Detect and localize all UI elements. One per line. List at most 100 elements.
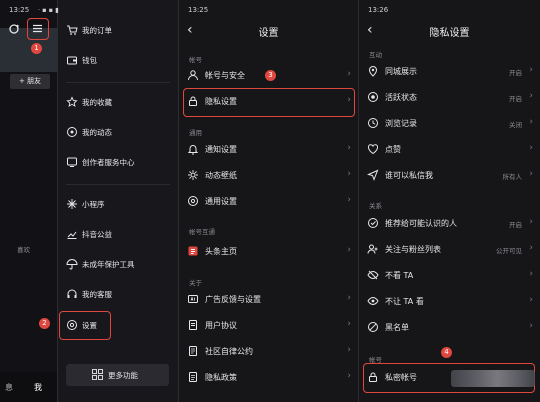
gear-icon [187, 195, 199, 207]
blurred-toggle [451, 370, 535, 387]
chevron-right-icon: › [529, 65, 533, 75]
settings-item-user-agreement[interactable]: 用户协议 › [179, 314, 358, 338]
menu-item-creator[interactable]: 创作者服务中心 [58, 152, 178, 174]
creator-icon [66, 156, 78, 168]
menu-item-label: 我的客服 [82, 290, 112, 299]
chevron-right-icon: › [529, 269, 533, 279]
item-label: 头条主页 [205, 247, 237, 256]
section-title: 关于 [189, 279, 202, 287]
chevron-right-icon: › [347, 169, 351, 179]
nav-messages[interactable]: 息 [5, 382, 13, 393]
status-icons: · ▪ ▪ ▮ [38, 6, 59, 14]
privacy-item-messages[interactable]: 谁可以私信我 所有人 › [359, 164, 540, 188]
bottom-nav: 息 我 [0, 372, 57, 402]
recommend-icon [367, 217, 379, 229]
item-label: 黑名单 [385, 323, 409, 332]
home-panel: 13:25 1 + 朋友 喜欢 息 我 [0, 0, 57, 402]
item-label: 浏览记录 [385, 119, 417, 128]
chevron-right-icon: › [529, 321, 533, 331]
item-label: 隐私政策 [205, 373, 237, 382]
item-value: 开启 [509, 221, 522, 229]
menu-item-label: 钱包 [82, 56, 97, 65]
active-status-icon [367, 91, 379, 103]
privacy-item-follow-list[interactable]: 关注与粉丝列表 公开可见 › [359, 238, 540, 262]
settings-item-community-rules[interactable]: 社区自律公约 › [179, 340, 358, 364]
wallpaper-icon [187, 169, 199, 181]
menu-item-label: 我的收藏 [82, 98, 112, 107]
menu-item-miniapp[interactable]: 小程序 [58, 194, 178, 216]
chevron-right-icon: › [347, 293, 351, 303]
item-label: 谁可以私信我 [385, 171, 433, 180]
nav-me[interactable]: 我 [34, 382, 42, 393]
add-friend-button[interactable]: + 朋友 [10, 74, 50, 89]
privacy-item-active-status[interactable]: 活跃状态 开启 › [359, 86, 540, 110]
people-icon [367, 243, 379, 255]
item-label: 关注与粉丝列表 [385, 245, 441, 254]
section-title: 帐号互通 [189, 228, 215, 236]
menu-item-support[interactable]: 我的客服 [58, 284, 178, 306]
menu-item-label: 我的订单 [82, 26, 112, 35]
chevron-right-icon: › [347, 69, 351, 79]
item-value: 开启 [509, 69, 522, 77]
item-label: 不让 TA 看 [385, 297, 424, 306]
settings-item-privacy-policy[interactable]: 隐私政策 › [179, 366, 358, 390]
wallet-icon [66, 54, 78, 66]
eye-slash-icon [367, 295, 379, 307]
menu-item-orders[interactable]: 我的订单 [58, 20, 178, 42]
ad-icon [187, 293, 199, 305]
chevron-right-icon: › [529, 143, 533, 153]
section-title: 帐号 [189, 56, 202, 64]
rules-icon [187, 345, 199, 357]
step-badge-3: 3 [265, 70, 276, 81]
privacy-item-recommend[interactable]: 推荐给可能认识的人 开启 › [359, 212, 540, 236]
status-bar: 13:25 [179, 6, 358, 16]
refresh-icon[interactable] [8, 23, 20, 35]
privacy-item-hide-from[interactable]: 不让 TA 看 › [359, 290, 540, 314]
location-icon [367, 65, 379, 77]
chevron-right-icon: › [529, 243, 533, 253]
privacy-item-likes[interactable]: 点赞 › [359, 138, 540, 162]
highlight-settings [59, 311, 111, 340]
document-icon [187, 319, 199, 331]
menu-item-label: 抖音公益 [82, 230, 112, 239]
item-value: 开启 [509, 95, 522, 103]
privacy-item-nearby[interactable]: 同城展示 开启 › [359, 60, 540, 84]
settings-item-general[interactable]: 通用设置 › [179, 190, 358, 214]
menu-item-charity[interactable]: 抖音公益 [58, 224, 178, 246]
heart-icon [367, 143, 379, 155]
menu-item-label: 我的动态 [82, 128, 112, 137]
miniapp-icon [66, 198, 78, 210]
settings-item-notifications[interactable]: 通知设置 › [179, 138, 358, 162]
menu-item-wallet[interactable]: 钱包 [58, 50, 178, 72]
privacy-panel: 13:26 ‹ 隐私设置 互动 同城展示 开启 › 活跃状态 开启 › 浏览记录… [359, 0, 540, 402]
menu-item-minor-protection[interactable]: 未成年保护工具 [58, 254, 178, 276]
status-bar: 13:26 [359, 6, 540, 16]
privacy-item-blacklist[interactable]: 黑名单 › [359, 316, 540, 340]
section-title: 关系 [369, 202, 382, 210]
menu-item-label: 未成年保护工具 [82, 260, 135, 269]
item-label: 广告反馈与设置 [205, 295, 261, 304]
chevron-right-icon: › [347, 345, 351, 355]
menu-item-activity[interactable]: 我的动态 [58, 122, 178, 144]
item-label: 推荐给可能认识的人 [385, 219, 457, 228]
block-icon [367, 321, 379, 333]
headset-icon [66, 288, 78, 300]
chevron-right-icon: › [529, 217, 533, 227]
settings-item-toutiao[interactable]: 头条主页 › [179, 240, 358, 264]
more-features-button[interactable]: 更多功能 [66, 364, 169, 386]
status-time: 13:25 [9, 6, 30, 14]
step-badge-1: 1 [31, 43, 42, 54]
settings-item-wallpaper[interactable]: 动态壁纸 › [179, 164, 358, 188]
item-label: 社区自律公约 [205, 347, 253, 356]
menu-item-favorites[interactable]: 我的收藏 [58, 92, 178, 114]
chevron-right-icon: › [529, 169, 533, 179]
chevron-right-icon: › [529, 295, 533, 305]
item-label: 活跃状态 [385, 93, 417, 102]
privacy-item-history[interactable]: 浏览记录 关闭 › [359, 112, 540, 136]
likes-tab-label[interactable]: 喜欢 [17, 244, 30, 254]
privacy-item-dont-see[interactable]: 不看 TA › [359, 264, 540, 288]
settings-item-ad-feedback[interactable]: 广告反馈与设置 › [179, 288, 358, 312]
chevron-right-icon: › [347, 143, 351, 153]
side-menu-panel: 我的订单 钱包 我的收藏 我的动态 创作者服务中心 小程序 抖音公益 未成年保护… [58, 0, 178, 402]
more-features-label: 更多功能 [108, 371, 138, 380]
